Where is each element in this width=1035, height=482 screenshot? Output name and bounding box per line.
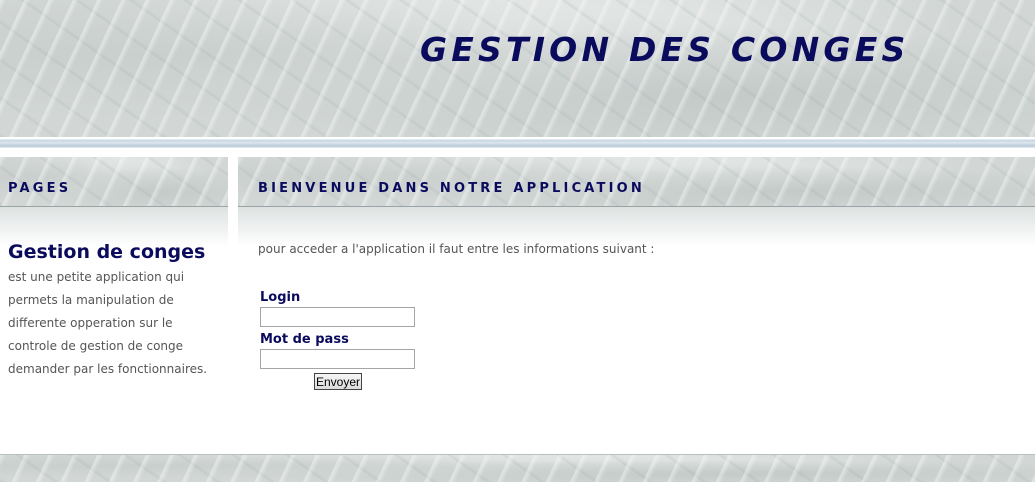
login-input[interactable] xyxy=(260,307,415,327)
login-label: Login xyxy=(260,290,301,305)
sidebar-description: est une petite application qui permets l… xyxy=(8,270,208,376)
sidebar-header: PAGES xyxy=(0,157,228,207)
page-footer xyxy=(0,454,1035,482)
page-header: GESTION DES CONGES xyxy=(0,0,1035,137)
site-title: GESTION DES CONGES xyxy=(420,30,910,69)
password-label: Mot de pass xyxy=(260,332,349,347)
intro-text: pour acceder a l'application il faut ent… xyxy=(258,242,655,256)
sidebar-heading: PAGES xyxy=(8,181,72,196)
submit-button[interactable]: Envoyer xyxy=(314,373,362,390)
main-header-fade xyxy=(238,207,1035,247)
password-input[interactable] xyxy=(260,349,415,369)
sidebar-title: Gestion de conges xyxy=(8,241,206,263)
main-header: BIENVENUE DANS NOTRE APPLICATION xyxy=(238,157,1035,207)
header-divider xyxy=(0,137,1035,148)
main-heading: BIENVENUE DANS NOTRE APPLICATION xyxy=(258,181,645,196)
